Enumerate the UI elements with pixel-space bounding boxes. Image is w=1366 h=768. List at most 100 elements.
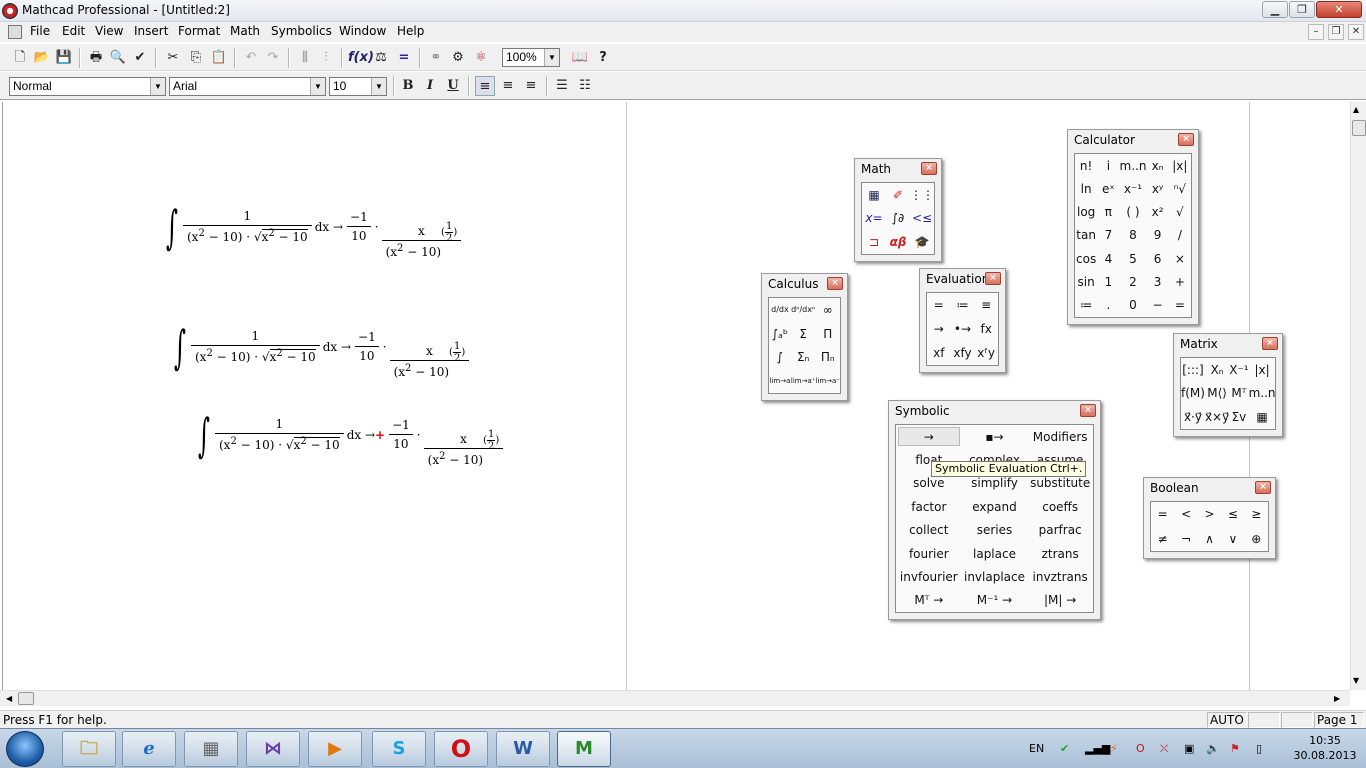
evaluation-palette[interactable]: Evaluation × = ≔ ≡ → •→ fx xf xfy xᶠy <box>919 268 1006 373</box>
matrix-button[interactable]: Σv <box>1229 405 1248 429</box>
math-palette[interactable]: Math × ▦ ✐ ⋮⋮ x= ∫∂ <≤ ⊐ αβ 🎓 <box>854 158 942 262</box>
boolean-toolbar-icon[interactable]: <≤ <box>910 207 934 231</box>
menu-help[interactable]: Help <box>397 24 424 38</box>
scroll-up-icon[interactable]: ▲ <box>1353 105 1359 114</box>
explorer-icon[interactable]: 🗀 <box>62 731 116 767</box>
product-button[interactable]: Π <box>815 322 840 346</box>
document-icon[interactable] <box>8 25 22 39</box>
boolean-button[interactable]: = <box>1151 502 1174 527</box>
calculator-button[interactable]: 1 <box>1097 270 1119 293</box>
menu-format[interactable]: Format <box>178 24 220 38</box>
cut-icon[interactable]: ✂ <box>163 48 183 68</box>
calculator-palette[interactable]: Calculator × n! i m..n xₙ |x| ln eˣ x⁻¹ xʸ ⁿ√ log π… <box>1067 129 1199 325</box>
calculator-button[interactable]: x⁻¹ <box>1120 177 1147 200</box>
menu-math[interactable]: Math <box>230 24 260 38</box>
maximize-button[interactable]: ❐ <box>1289 1 1315 18</box>
visual-studio-icon[interactable]: ⋈ <box>246 731 300 767</box>
chevron-down-icon[interactable]: ▼ <box>544 49 559 66</box>
calculator-button[interactable]: ( ) <box>1120 201 1147 224</box>
run-script-icon[interactable]: ⚛ <box>471 48 491 68</box>
symbolic-button[interactable]: |M| → <box>1027 589 1093 612</box>
security-tray-icon[interactable]: ✔ <box>1060 742 1069 755</box>
scroll-thumb[interactable] <box>18 692 34 705</box>
calculate-icon[interactable]: = <box>394 48 414 68</box>
calculator-button[interactable]: = <box>1169 294 1191 317</box>
boolean-button[interactable]: < <box>1174 502 1197 527</box>
range-product-button[interactable]: Πₙ <box>815 346 840 370</box>
language-indicator[interactable]: EN <box>1029 742 1044 755</box>
calculator-button[interactable]: × <box>1169 247 1191 270</box>
boolean-button[interactable]: ≥ <box>1245 502 1268 527</box>
matrix-button[interactable]: x⃗×y⃗ <box>1205 405 1229 429</box>
calculator-button[interactable]: 9 <box>1146 224 1168 247</box>
calculator-button[interactable]: cos <box>1075 247 1097 270</box>
resource-center-icon[interactable]: 📖 <box>570 48 590 68</box>
symbolic-button[interactable]: ▪→ <box>962 425 1028 448</box>
menu-window[interactable]: Window <box>339 24 386 38</box>
calculator-button[interactable]: / <box>1169 224 1191 247</box>
calculator-button[interactable]: xₙ <box>1146 154 1168 177</box>
matrix-button[interactable]: |x| <box>1249 358 1276 382</box>
scroll-left-icon[interactable]: ◀ <box>6 694 12 703</box>
matrix-toolbar-icon[interactable]: ⋮⋮ <box>910 183 934 207</box>
underline-button[interactable]: U <box>443 76 463 96</box>
symbolic-toolbar-icon[interactable]: 🎓 <box>910 230 934 254</box>
clock[interactable]: 10:35 30.08.2013 <box>1290 733 1360 763</box>
evaluate-button[interactable]: = <box>927 293 951 317</box>
align-across-icon[interactable]: ⫼ <box>295 48 315 68</box>
calculator-button[interactable]: + <box>1169 270 1191 293</box>
calculus-palette[interactable]: Calculus × d/dx dⁿ/dxⁿ ∞ ∫ₐᵇ Σ Π ∫ Σₙ Πₙ… <box>761 273 848 401</box>
paste-icon[interactable]: 📋 <box>209 48 229 68</box>
limit-button[interactable]: lim→a <box>769 369 791 393</box>
opera-tray-icon[interactable]: O <box>1136 742 1145 755</box>
calculator-button[interactable]: 0 <box>1120 294 1147 317</box>
insert-function-icon[interactable]: f(x) <box>348 48 374 68</box>
infinity-button[interactable]: ∞ <box>815 298 840 322</box>
calculator-button[interactable]: ≔ <box>1075 294 1097 317</box>
chevron-down-icon[interactable]: ▼ <box>371 78 386 95</box>
update-tray-icon[interactable]: ⚡ <box>1110 742 1118 755</box>
range-summation-button[interactable]: Σₙ <box>791 346 816 370</box>
skype-icon[interactable]: S <box>372 731 426 767</box>
integral-expression[interactable]: ∫ 1 (x2 − 10) · √x2 − 10 dx → −1 10 · x (… <box>168 314 472 379</box>
menu-symbolics[interactable]: Symbolics <box>271 24 332 38</box>
boolean-palette[interactable]: Boolean × = < > ≤ ≥ ≠ ¬ ∧ ∨ ⊕ <box>1143 477 1276 559</box>
summation-button[interactable]: Σ <box>791 322 816 346</box>
align-right-icon[interactable]: ≡ <box>521 76 541 96</box>
left-limit-button[interactable]: lim→a⁻ <box>815 369 840 393</box>
close-icon[interactable]: × <box>921 162 937 175</box>
calculator-button[interactable]: √ <box>1169 201 1191 224</box>
close-icon[interactable]: × <box>1080 404 1096 417</box>
matrix-button[interactable]: Xₙ <box>1205 358 1229 382</box>
symbolic-button[interactable]: fourier <box>896 542 962 565</box>
spell-check-icon[interactable]: ✔ <box>130 48 150 68</box>
symbolic-button[interactable]: Modifiers <box>1027 425 1093 448</box>
evaluation-toolbar-icon[interactable]: x= <box>862 207 886 231</box>
align-left-icon[interactable]: ≡ <box>475 76 495 96</box>
symbolic-button[interactable]: factor <box>896 495 962 518</box>
symbolic-button[interactable]: invlaplace <box>962 565 1028 588</box>
matrix-button[interactable]: ▦ <box>1249 405 1276 429</box>
symbolic-button[interactable]: laplace <box>962 542 1028 565</box>
calculator-button[interactable]: − <box>1146 294 1168 317</box>
mdi-close-button[interactable]: ✕ <box>1348 24 1364 40</box>
infix-operator-button[interactable]: xfy <box>951 341 975 365</box>
scroll-thumb[interactable] <box>1352 120 1366 136</box>
start-button[interactable] <box>6 731 44 767</box>
symbolic-button[interactable]: → <box>898 427 960 447</box>
integral-expression[interactable]: ∫ 1 (x2 − 10) · √x2 − 10 dx → −1 10 · x (… <box>160 194 464 259</box>
symbolic-palette[interactable]: Symbolic × →▪→Modifiersfloatcomplexassum… <box>888 400 1101 620</box>
component-wizard-icon[interactable]: ⚙ <box>448 48 468 68</box>
matrix-button[interactable]: m..n <box>1249 382 1276 406</box>
font-select[interactable]: Arial ▼ <box>169 77 326 96</box>
mathcad-app-icon[interactable] <box>2 3 18 19</box>
symbolic-button[interactable]: series <box>962 519 1028 542</box>
right-limit-button[interactable]: lim→a⁺ <box>791 369 816 393</box>
palette-title[interactable]: Symbolic <box>889 401 1100 423</box>
matrix-button[interactable]: f(M) <box>1181 382 1205 406</box>
close-icon[interactable]: × <box>1255 481 1271 494</box>
menu-file[interactable]: File <box>30 24 50 38</box>
mdi-minimize-button[interactable]: – <box>1308 24 1324 40</box>
numbered-list-icon[interactable]: ☷ <box>575 76 595 96</box>
mdi-restore-button[interactable]: ❐ <box>1328 24 1344 40</box>
